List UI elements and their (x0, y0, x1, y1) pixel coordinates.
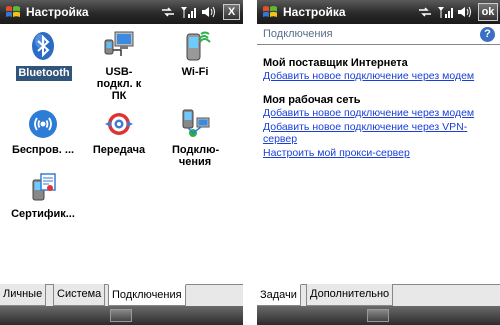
wireless-icon (29, 110, 57, 138)
proxy-settings-link[interactable]: Настроить мой прокси-сервер (263, 147, 410, 159)
work-add-vpn-link[interactable]: Добавить новое подключение через VPN- (263, 121, 467, 133)
usb-pc-item[interactable]: USB-подкл. к ПК (82, 30, 156, 102)
connections-icon (182, 109, 210, 137)
volume-icon[interactable] (200, 4, 216, 20)
settings-connections-screen: Настройка X Bluetooth USB-подкл. к ПК Wi… (0, 0, 243, 325)
beam-icon (105, 113, 133, 135)
beam-item[interactable]: Передача (82, 108, 156, 170)
tab-advanced[interactable]: Дополнительно (306, 284, 394, 306)
connections-detail-screen: Настройка ok Подключения ? Мой поставщик… (257, 0, 500, 325)
wifi-icon (186, 31, 211, 61)
usb-pc-label: USB-подкл. к ПК (96, 66, 142, 102)
wifi-item[interactable]: Wi-Fi (158, 30, 232, 92)
close-button[interactable]: X (223, 4, 240, 20)
work-add-vpn-link-cont[interactable]: сервер (263, 133, 297, 145)
work-add-modem-link[interactable]: Добавить новое подключение через модем (263, 107, 474, 119)
certificates-item[interactable]: Сертифик... (6, 172, 80, 234)
connectivity-icon[interactable] (160, 4, 176, 20)
tab-personal[interactable]: Личные (0, 284, 47, 306)
bluetooth-item[interactable]: Bluetooth (6, 30, 80, 92)
ok-button[interactable]: ok (478, 3, 498, 21)
tab-tasks[interactable]: Задачи (257, 284, 301, 306)
keyboard-icon[interactable] (110, 309, 132, 322)
tab-strip: Личные Система Подключения (0, 284, 243, 306)
windows-start-icon[interactable] (262, 4, 278, 20)
section-header: Подключения ? (257, 24, 500, 45)
connectivity-icon[interactable] (417, 4, 433, 20)
soft-key-bar (257, 306, 500, 325)
certificates-icon (32, 173, 56, 201)
usb-pc-icon (104, 31, 134, 56)
signal-icon[interactable] (437, 4, 453, 20)
wireless-label: Беспров. ... (11, 144, 75, 156)
windows-start-icon[interactable] (5, 4, 21, 20)
wifi-label: Wi-Fi (181, 66, 209, 78)
bluetooth-label: Bluetooth (16, 66, 72, 81)
title-bar: Настройка X (0, 0, 243, 24)
help-icon[interactable]: ? (480, 27, 495, 42)
window-title: Настройка (26, 5, 89, 19)
title-bar: Настройка ok (257, 0, 500, 24)
signal-icon[interactable] (180, 4, 196, 20)
beam-label: Передача (92, 144, 146, 156)
work-group-title: Моя рабочая сеть (263, 94, 361, 106)
tab-system[interactable]: Система (53, 284, 106, 306)
soft-key-bar (0, 306, 243, 325)
tab-connections[interactable]: Подключения (108, 284, 186, 306)
isp-group-title: Мой поставщик Интернета (263, 57, 408, 69)
bluetooth-icon (32, 32, 54, 60)
window-title: Настройка (283, 5, 346, 19)
connections-item[interactable]: Подклю-чения (158, 108, 232, 170)
isp-add-modem-link[interactable]: Добавить новое подключение через модем (263, 70, 474, 82)
volume-icon[interactable] (456, 4, 472, 20)
wireless-item[interactable]: Беспров. ... (6, 108, 80, 170)
certificates-label: Сертифик... (11, 208, 75, 220)
keyboard-icon[interactable] (367, 309, 389, 322)
section-title: Подключения (263, 28, 333, 40)
tab-strip: Задачи Дополнительно (257, 284, 500, 306)
connections-label: Подклю-чения (172, 144, 220, 168)
